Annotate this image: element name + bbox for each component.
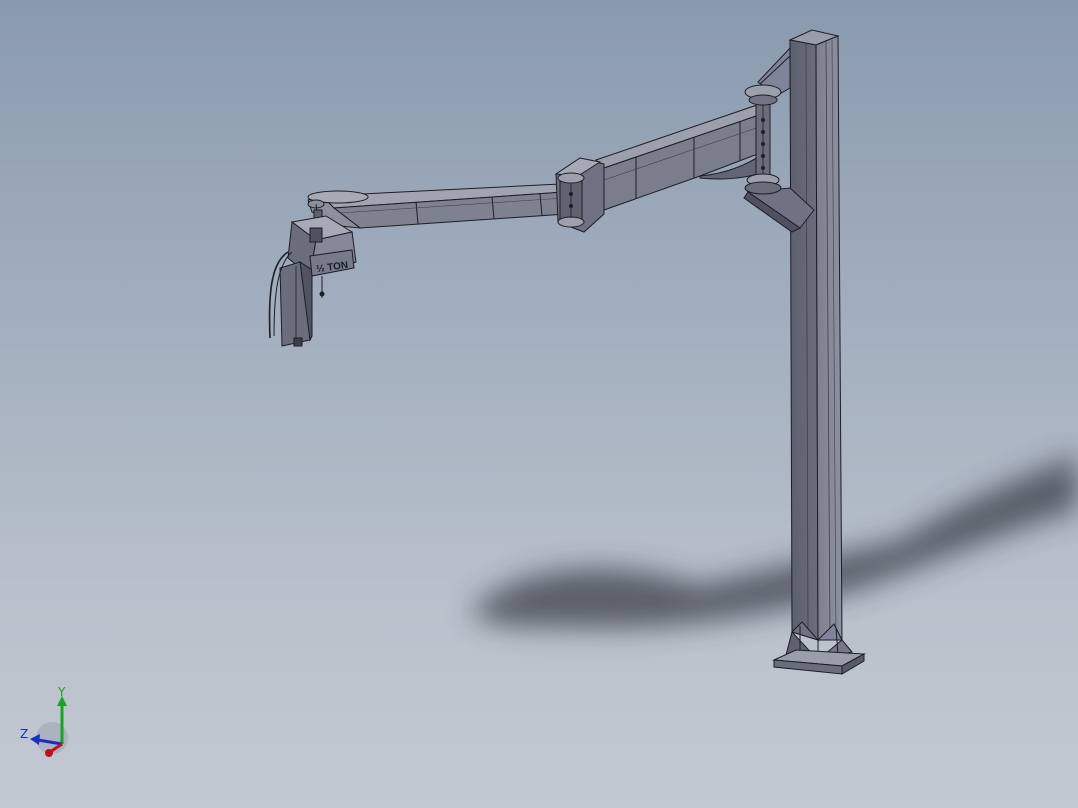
electric-hoist: ½ TON [268, 209, 357, 347]
graphics-viewport[interactable]: ½ TON Y Z [0, 0, 1078, 808]
triad-z-label: Z [20, 727, 28, 741]
inner-boom [595, 103, 769, 211]
floor-shadow [470, 455, 1078, 629]
triad-x-arrowhead [45, 749, 53, 757]
boom-knuckle-hinge [554, 157, 605, 233]
outer-boom [307, 183, 567, 229]
triad-y-label: Y [57, 686, 66, 699]
triad-z-arrowhead [30, 734, 40, 745]
jib-crane-model[interactable]: ½ TON [0, 0, 1078, 808]
view-orientation-triad-icon[interactable]: Y Z [14, 686, 78, 762]
